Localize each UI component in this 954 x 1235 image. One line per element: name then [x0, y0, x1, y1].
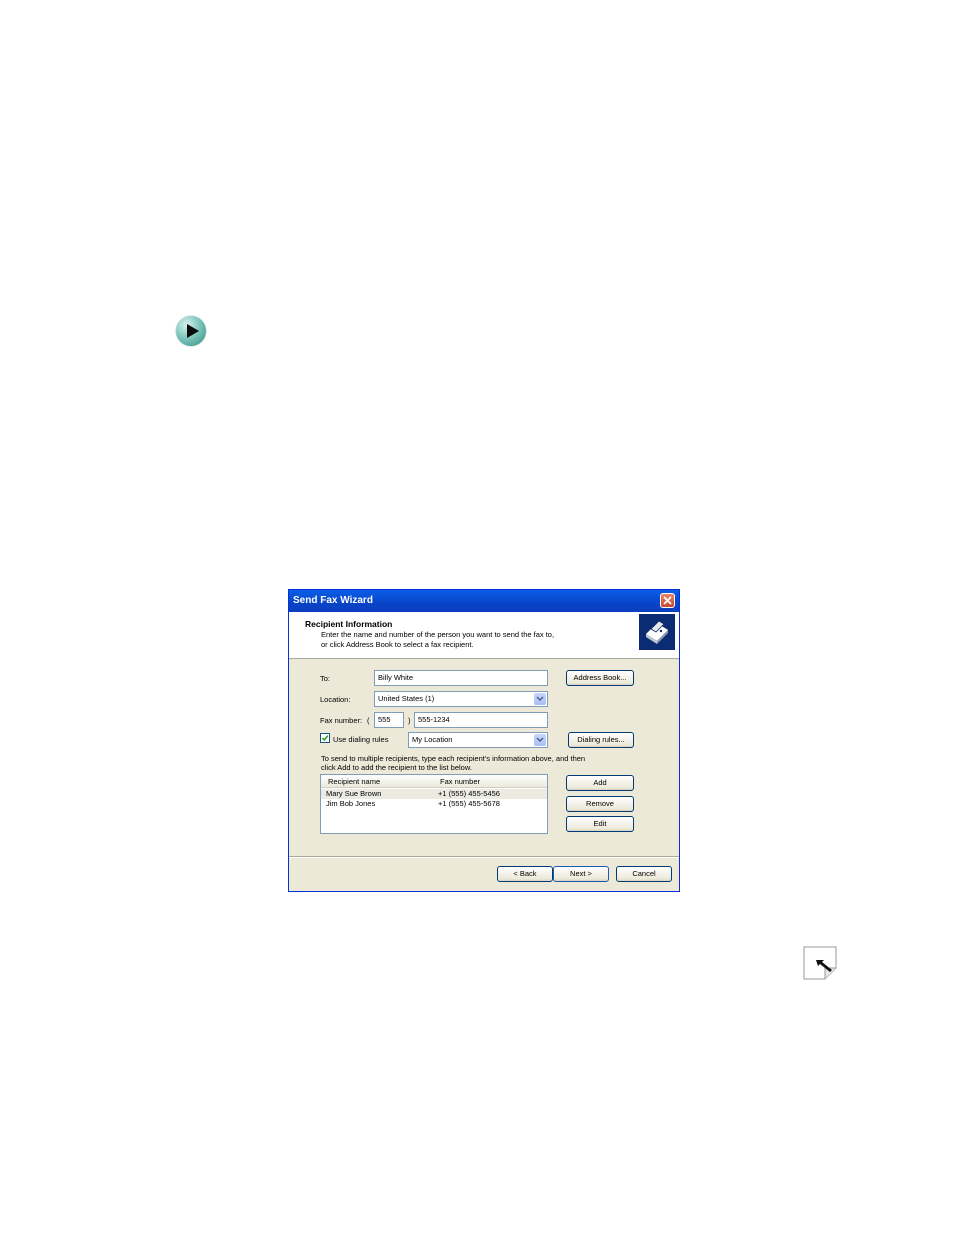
send-fax-wizard-dialog: Send Fax Wizard Recipient Information En…	[288, 589, 680, 892]
wizard-header: Recipient Information Enter the name and…	[289, 612, 679, 659]
column-recipient-name[interactable]: Recipient name	[328, 777, 380, 786]
cursor-arrow-icon	[803, 946, 837, 980]
header-subtitle: Enter the name and number of the person …	[321, 630, 555, 639]
multiple-recipients-note-2: click Add to add the recipient to the li…	[321, 763, 472, 772]
recipient-list[interactable]: Recipient name Fax number Mary Sue Brown…	[320, 774, 548, 834]
to-input[interactable]: Billy White	[374, 670, 548, 686]
to-label-text: To:	[320, 674, 331, 683]
divider	[289, 856, 679, 858]
area-code-input[interactable]: 555	[374, 712, 404, 728]
list-item[interactable]: Jim Bob Jones +1 (555) 455-5678	[321, 799, 547, 809]
multiple-recipients-note: To send to multiple recipients, type eac…	[321, 754, 586, 763]
area-code-open-paren: (	[367, 716, 370, 725]
add-button[interactable]: Add	[566, 775, 634, 791]
header-subtitle-2: or click Address Book to select a fax re…	[321, 640, 474, 649]
use-dialing-rules-label[interactable]: Use dialing rules	[333, 735, 388, 744]
next-button[interactable]: Next >	[553, 866, 609, 882]
location-value: United States (1)	[378, 694, 435, 703]
recipient-name: Mary Sue Brown	[326, 789, 382, 798]
edit-button[interactable]: Edit	[566, 816, 634, 832]
column-fax-number[interactable]: Fax number	[440, 777, 480, 786]
window-title: Send Fax Wizard	[293, 595, 373, 606]
cancel-button[interactable]: Cancel	[616, 866, 672, 882]
area-code-close-paren: )	[408, 716, 411, 725]
fax-number-label: Fax number:	[320, 716, 363, 725]
location-select[interactable]: United States (1)	[374, 691, 548, 707]
dialing-rules-button[interactable]: Dialing rules...	[568, 732, 634, 748]
list-header: Recipient name Fax number	[321, 775, 547, 788]
close-icon[interactable]	[660, 593, 675, 608]
list-item[interactable]: Mary Sue Brown +1 (555) 455-5456	[321, 789, 547, 799]
use-dialing-rules-checkbox[interactable]	[320, 733, 330, 743]
address-book-button[interactable]: Address Book...	[566, 670, 634, 686]
chevron-down-icon[interactable]	[534, 734, 546, 746]
location-label: Location:	[320, 695, 351, 704]
chevron-down-icon[interactable]	[534, 693, 546, 705]
recipient-fax: +1 (555) 455-5678	[438, 799, 500, 808]
dialing-location-select[interactable]: My Location	[408, 732, 548, 748]
play-arrow-icon	[176, 316, 206, 346]
back-button[interactable]: < Back	[497, 866, 553, 882]
fax-number-input[interactable]: 555-1234	[414, 712, 548, 728]
recipient-name: Jim Bob Jones	[326, 799, 376, 808]
dialing-location-value: My Location	[412, 735, 453, 744]
fax-machine-icon	[639, 614, 675, 650]
recipient-fax: +1 (555) 455-5456	[438, 789, 500, 798]
remove-button[interactable]: Remove	[566, 796, 634, 812]
header-title: Recipient Information	[305, 619, 393, 629]
title-bar[interactable]: Send Fax Wizard	[289, 590, 679, 612]
